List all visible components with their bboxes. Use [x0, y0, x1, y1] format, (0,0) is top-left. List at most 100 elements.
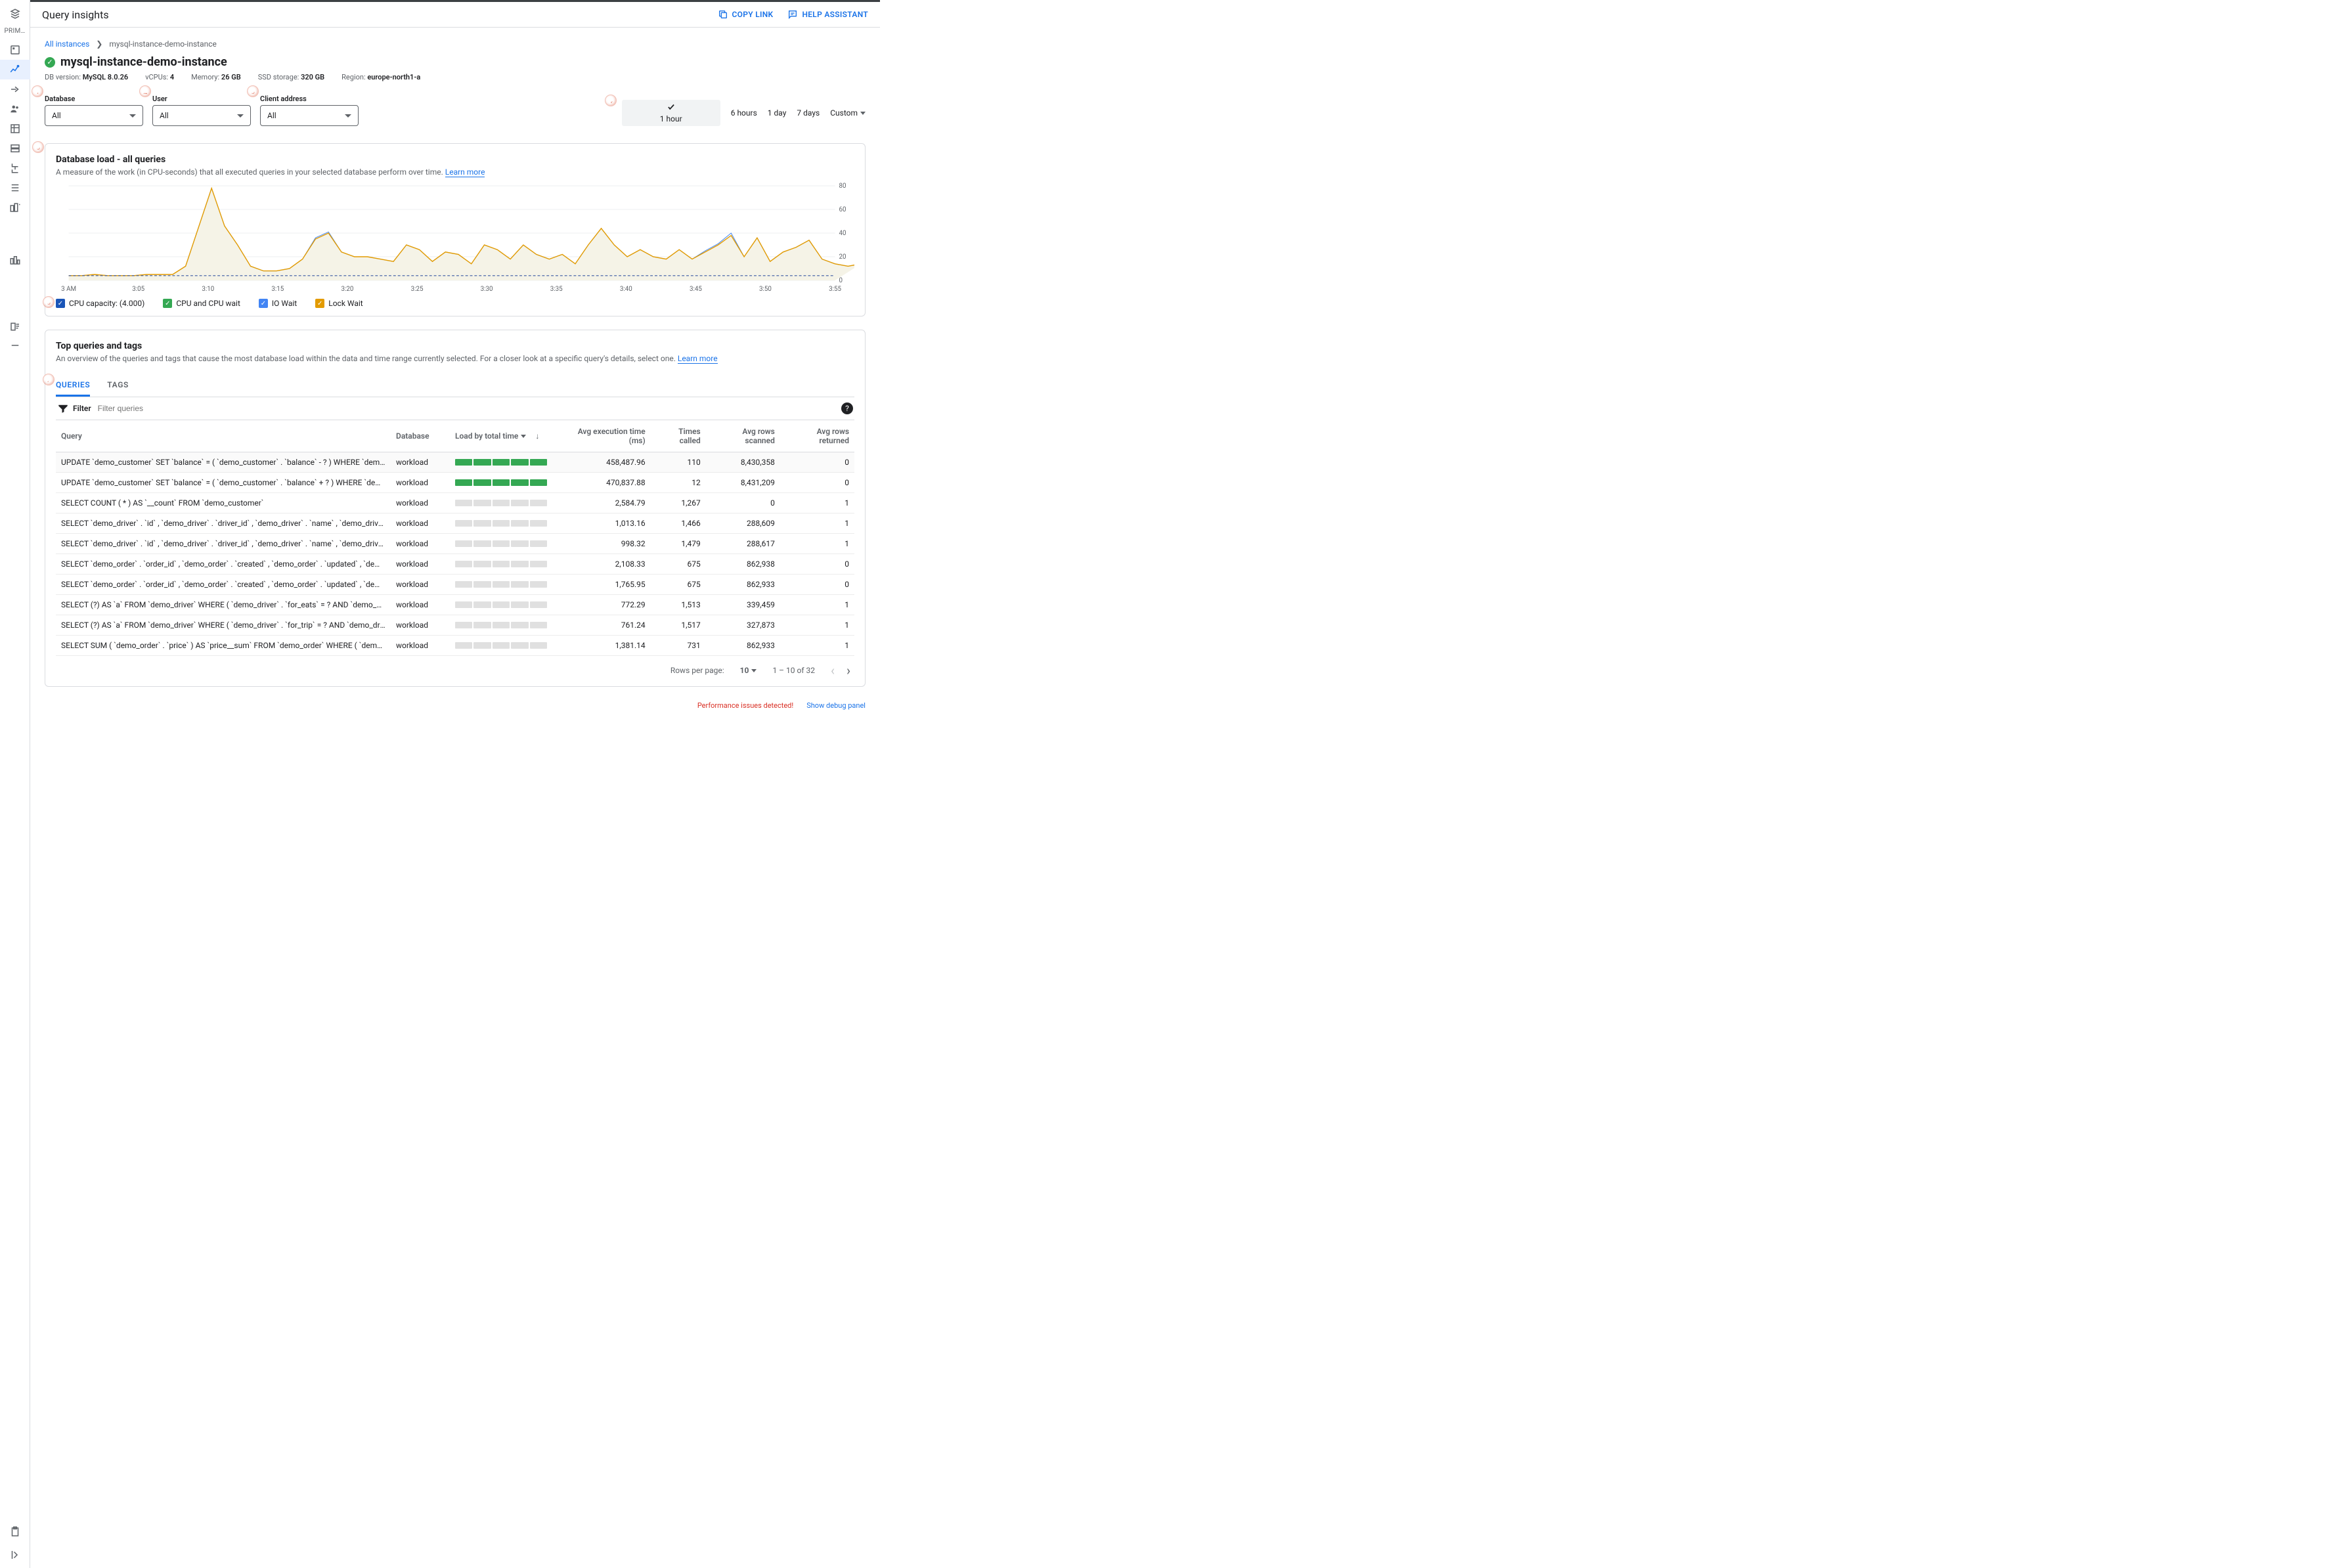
filter-database-label: Database: [45, 95, 143, 103]
filter-database-select[interactable]: All: [45, 105, 143, 126]
queries-table: Query Database Load by total time ↓ Avg …: [56, 420, 854, 656]
col-avg-returned[interactable]: Avg rows returned: [780, 420, 854, 452]
nav-backups-icon[interactable]: [0, 139, 30, 158]
cell-times_called: 1,267: [651, 493, 706, 513]
legend-capacity[interactable]: ✓CPU capacity: (4.000): [56, 299, 144, 308]
nav-settings-icon[interactable]: [0, 198, 30, 217]
table-row[interactable]: UPDATE `demo_customer` SET `balance` = (…: [56, 452, 854, 473]
chevron-right-icon: ❯: [96, 39, 102, 49]
nav-users-icon[interactable]: [0, 99, 30, 119]
col-database[interactable]: Database: [391, 420, 450, 452]
cell-avg_scanned: 339,459: [706, 595, 780, 615]
status-bar: Performance issues detected! Show debug …: [30, 700, 880, 714]
nav-connections-icon[interactable]: [0, 79, 30, 99]
cell-times_called: 1,517: [651, 615, 706, 636]
copy-link-button[interactable]: COPY LINK: [718, 9, 774, 20]
timerange-6h[interactable]: 6 hours: [731, 108, 757, 118]
status-error: Performance issues detected!: [697, 701, 793, 710]
nav-collapse-icon[interactable]: [0, 1542, 30, 1568]
help-assistant-button[interactable]: HELP ASSISTANT: [787, 9, 868, 20]
nav-clipboard-icon[interactable]: [0, 1522, 30, 1542]
filter-client: 3 Client address All: [260, 95, 359, 126]
col-avg-scanned[interactable]: Avg rows scanned: [706, 420, 780, 452]
filter-client-select[interactable]: All: [260, 105, 359, 126]
nav-logs-icon[interactable]: [0, 316, 30, 336]
filter-user-value: All: [160, 111, 169, 120]
cell-database: workload: [391, 452, 450, 473]
cell-avg_exec: 458,487.96: [555, 452, 651, 473]
svg-text:60: 60: [839, 206, 846, 213]
table-row[interactable]: SELECT (?) AS `a` FROM `demo_driver` WHE…: [56, 595, 854, 615]
nav-insights-icon[interactable]: [0, 60, 30, 79]
cell-database: workload: [391, 513, 450, 534]
product-icon[interactable]: [0, 4, 30, 24]
legend-lock[interactable]: ✓Lock Wait: [315, 299, 363, 308]
sort-desc-icon: [521, 435, 526, 438]
timerange-7d[interactable]: 7 days: [797, 108, 820, 118]
top-queries-card: Top queries and tags An overview of the …: [45, 330, 866, 687]
col-load[interactable]: Load by total time ↓: [450, 420, 555, 452]
annotation-1: 1: [32, 85, 43, 97]
show-debug-panel[interactable]: Show debug panel: [806, 701, 866, 710]
db-load-subtitle: A measure of the work (in CPU-seconds) t…: [56, 167, 443, 177]
cell-avg_scanned: 862,933: [706, 636, 780, 656]
filter-input[interactable]: [97, 403, 228, 414]
cell-database: workload: [391, 473, 450, 493]
table-row[interactable]: SELECT `demo_driver` . `id` , `demo_driv…: [56, 534, 854, 554]
breadcrumb-root[interactable]: All instances: [45, 39, 89, 49]
timerange-1d[interactable]: 1 day: [768, 108, 787, 118]
chevron-down-icon: [237, 114, 244, 118]
nav-databases-icon[interactable]: [0, 119, 30, 139]
legend-io[interactable]: ✓IO Wait: [259, 299, 297, 308]
cell-avg_exec: 2,584.79: [555, 493, 651, 513]
cell-avg_scanned: 8,431,209: [706, 473, 780, 493]
tab-tags[interactable]: TAGS: [107, 375, 129, 397]
table-row[interactable]: SELECT COUNT ( * ) AS `__count` FROM `de…: [56, 493, 854, 513]
cell-avg_exec: 1,381.14: [555, 636, 651, 656]
cell-avg_returned: 1: [780, 493, 854, 513]
timerange-1h[interactable]: 1 hour: [622, 100, 720, 126]
cell-times_called: 731: [651, 636, 706, 656]
col-avg-exec[interactable]: Avg execution time (ms): [555, 420, 651, 452]
cell-load: [450, 636, 555, 656]
filter-user-select[interactable]: All: [152, 105, 251, 126]
rows-per-page-select[interactable]: 10: [740, 666, 757, 675]
table-row[interactable]: SELECT `demo_order` . `order_id` , `demo…: [56, 554, 854, 575]
nav-maintenance-icon[interactable]: [0, 250, 30, 270]
db-load-learn-more[interactable]: Learn more: [445, 167, 485, 177]
table-row[interactable]: SELECT `demo_driver` . `id` , `demo_driv…: [56, 513, 854, 534]
top-queries-learn-more[interactable]: Learn more: [678, 354, 718, 364]
table-row[interactable]: SELECT SUM ( `demo_order` . `price` ) AS…: [56, 636, 854, 656]
cell-load: [450, 493, 555, 513]
table-row[interactable]: SELECT (?) AS `a` FROM `demo_driver` WHE…: [56, 615, 854, 636]
svg-text:3:55: 3:55: [829, 286, 841, 293]
help-icon[interactable]: ?: [841, 403, 853, 414]
cell-avg_scanned: 288,609: [706, 513, 780, 534]
legend-cpu[interactable]: ✓CPU and CPU wait: [163, 299, 240, 308]
cell-avg_scanned: 288,617: [706, 534, 780, 554]
cell-database: workload: [391, 595, 450, 615]
breadcrumb-current: mysql-instance-demo-instance: [109, 39, 217, 49]
pagination: Rows per page: 10 1 – 10 of 32 ‹ ›: [56, 656, 854, 685]
top-queries-title: Top queries and tags: [56, 341, 854, 351]
cell-avg_exec: 470,837.88: [555, 473, 651, 493]
svg-text:3:40: 3:40: [620, 286, 632, 293]
table-row[interactable]: UPDATE `demo_customer` SET `balance` = (…: [56, 473, 854, 493]
nav-replicas-icon[interactable]: [0, 158, 30, 178]
col-query[interactable]: Query: [56, 420, 391, 452]
nav-export-icon[interactable]: [0, 336, 30, 355]
svg-text:3:30: 3:30: [481, 286, 493, 293]
nav-overview-icon[interactable]: [0, 40, 30, 60]
tab-queries[interactable]: QUERIES: [56, 375, 90, 397]
page-prev-button[interactable]: ‹: [831, 663, 835, 678]
page-next-button[interactable]: ›: [846, 663, 850, 678]
col-times-called[interactable]: Times called: [651, 420, 706, 452]
timerange: 4 1 hour 6 hours 1 day 7 days Custom: [622, 100, 866, 126]
svg-text:20: 20: [839, 253, 846, 261]
cell-load: [450, 554, 555, 575]
table-row[interactable]: SELECT `demo_order` . `order_id` , `demo…: [56, 575, 854, 595]
cell-load: [450, 513, 555, 534]
db-load-card: 5 Database load - all queries A measure …: [45, 143, 866, 316]
nav-operations-icon[interactable]: [0, 178, 30, 198]
timerange-custom[interactable]: Custom: [830, 108, 866, 118]
